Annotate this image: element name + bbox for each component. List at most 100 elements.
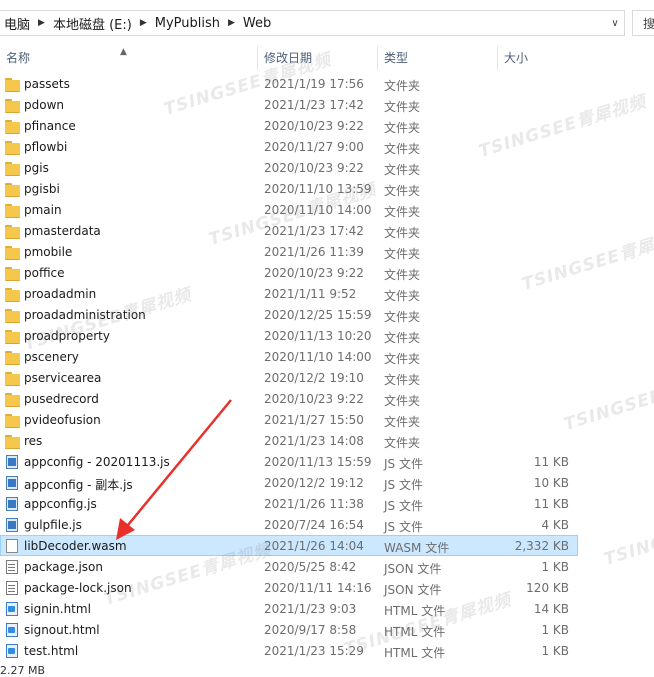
file-type: 文件夹 <box>384 100 421 114</box>
file-row[interactable]: proadadministration 2020/12/25 15:59 文件夹 <box>0 304 578 325</box>
file-name: gulpfile.js <box>24 518 82 532</box>
file-name: pgis <box>24 161 49 175</box>
file-row[interactable]: pusedrecord 2020/10/23 9:22 文件夹 <box>0 388 578 409</box>
file-name: proadadministration <box>24 308 146 322</box>
file-date: 2020/10/23 9:22 <box>264 392 364 406</box>
folder-icon <box>5 350 21 365</box>
file-name: appconfig - 副本.js <box>24 478 133 492</box>
file-date: 2021/1/27 15:50 <box>264 413 364 427</box>
file-size: 4 KB <box>541 518 569 532</box>
file-type: 文件夹 <box>384 394 421 408</box>
folder-icon <box>5 203 21 218</box>
file-date: 2020/11/13 15:59 <box>264 455 372 469</box>
column-header-date[interactable]: 修改日期 <box>258 46 378 70</box>
column-header-type[interactable]: 类型 <box>378 46 498 70</box>
file-date: 2021/1/26 11:39 <box>264 245 364 259</box>
file-row[interactable]: gulpfile.js 2020/7/24 16:54 JS 文件 4 KB <box>0 514 578 535</box>
search-placeholder: 搜 <box>643 17 654 31</box>
column-header-name[interactable]: ▲ 名称 <box>0 46 258 70</box>
file-row[interactable]: pmain 2020/11/10 14:00 文件夹 <box>0 199 578 220</box>
breadcrumb-chevron-icon[interactable]: ▶ <box>136 18 151 28</box>
folder-icon <box>5 413 21 428</box>
file-size: 1 KB <box>541 560 569 574</box>
breadcrumb-chevron-icon[interactable]: ▶ <box>224 18 239 28</box>
file-date: 2021/1/23 14:08 <box>264 434 364 448</box>
breadcrumb-local-disk[interactable]: 本地磁盘 (E:) <box>49 14 136 33</box>
file-row[interactable]: proadproperty 2020/11/13 10:20 文件夹 <box>0 325 578 346</box>
address-bar[interactable]: 电脑 ▶ 本地磁盘 (E:) ▶ MyPublish ▶ Web ∨ <box>0 10 625 36</box>
file-date: 2020/10/23 9:22 <box>264 266 364 280</box>
file-row[interactable]: signout.html 2020/9/17 8:58 HTML 文件 1 KB <box>0 619 578 640</box>
file-name: pfinance <box>24 119 76 133</box>
search-input[interactable]: 搜 <box>632 10 654 36</box>
file-date: 2021/1/11 9:52 <box>264 287 357 301</box>
file-date: 2020/11/10 13:59 <box>264 182 372 196</box>
file-type: WASM 文件 <box>384 541 450 555</box>
js-file-icon <box>5 497 21 511</box>
file-date: 2021/1/19 17:56 <box>264 77 364 91</box>
file-row[interactable]: pfinance 2020/10/23 9:22 文件夹 <box>0 115 578 136</box>
file-row[interactable]: pflowbi 2020/11/27 9:00 文件夹 <box>0 136 578 157</box>
file-name: pusedrecord <box>24 392 99 406</box>
column-header: ▲ 名称 修改日期 类型 大小 <box>0 46 578 70</box>
file-name: pvideofusion <box>24 413 101 427</box>
file-row[interactable]: poffice 2020/10/23 9:22 文件夹 <box>0 262 578 283</box>
file-row[interactable]: pvideofusion 2021/1/27 15:50 文件夹 <box>0 409 578 430</box>
file-date: 2020/11/13 10:20 <box>264 329 372 343</box>
file-name: appconfig.js <box>24 497 97 511</box>
file-name: pflowbi <box>24 140 68 154</box>
html-file-icon <box>5 602 21 616</box>
breadcrumb-web[interactable]: Web <box>239 16 275 31</box>
file-type: 文件夹 <box>384 205 421 219</box>
file-row[interactable]: pgisbi 2020/11/10 13:59 文件夹 <box>0 178 578 199</box>
file-size: 2,332 KB <box>514 539 569 553</box>
status-bar-text: 2.27 MB <box>0 664 46 677</box>
file-name: pgisbi <box>24 182 60 196</box>
file-size: 120 KB <box>526 581 569 595</box>
file-row[interactable]: appconfig.js 2021/1/26 11:38 JS 文件 11 KB <box>0 493 578 514</box>
file-date: 2021/1/23 9:03 <box>264 602 357 616</box>
file-row[interactable]: pservicearea 2020/12/2 19:10 文件夹 <box>0 367 578 388</box>
file-date: 2020/12/25 15:59 <box>264 308 372 322</box>
file-date: 2021/1/23 17:42 <box>264 224 364 238</box>
file-name: pmobile <box>24 245 73 259</box>
file-row[interactable]: signin.html 2021/1/23 9:03 HTML 文件 14 KB <box>0 598 578 619</box>
file-type: 文件夹 <box>384 142 421 156</box>
file-row[interactable]: proadadmin 2021/1/11 9:52 文件夹 <box>0 283 578 304</box>
file-date: 2020/9/17 8:58 <box>264 623 357 637</box>
folder-icon <box>5 119 21 134</box>
breadcrumb-mypublish[interactable]: MyPublish <box>151 16 224 31</box>
file-row[interactable]: pgis 2020/10/23 9:22 文件夹 <box>0 157 578 178</box>
breadcrumb-this-pc[interactable]: 电脑 <box>0 14 34 33</box>
file-date: 2020/12/2 19:12 <box>264 476 364 490</box>
file-row[interactable]: test.html 2021/1/23 15:29 HTML 文件 1 KB <box>0 640 578 661</box>
file-date: 2020/11/27 9:00 <box>264 140 364 154</box>
file-date: 2021/1/23 15:29 <box>264 644 364 658</box>
file-row[interactable]: appconfig - 副本.js 2020/12/2 19:12 JS 文件 10 … <box>0 472 578 493</box>
file-row[interactable]: pdown 2021/1/23 17:42 文件夹 <box>0 94 578 115</box>
folder-icon <box>5 182 21 197</box>
file-row[interactable]: passets 2021/1/19 17:56 文件夹 <box>0 73 578 94</box>
file-row[interactable]: pmobile 2021/1/26 11:39 文件夹 <box>0 241 578 262</box>
file-name: pservicearea <box>24 371 102 385</box>
file-row[interactable]: appconfig - 20201113.js 2020/11/13 15:59 J… <box>0 451 578 472</box>
file-date: 2020/10/23 9:22 <box>264 119 364 133</box>
file-row[interactable]: res 2021/1/23 14:08 文件夹 <box>0 430 578 451</box>
file-row[interactable]: package.json 2020/5/25 8:42 JSON 文件 1 KB <box>0 556 578 577</box>
file-type: 文件夹 <box>384 79 421 93</box>
file-row[interactable]: package-lock.json 2020/11/11 14:16 JSON 文件… <box>0 577 578 598</box>
breadcrumb-chevron-icon[interactable]: ▶ <box>34 18 49 28</box>
file-row[interactable]: libDecoder.wasm 2021/1/26 14:04 WASM 文件 2,3… <box>0 535 578 556</box>
folder-icon <box>5 329 21 344</box>
file-type: JSON 文件 <box>384 562 442 576</box>
file-name: res <box>24 434 43 448</box>
file-row[interactable]: pmasterdata 2021/1/23 17:42 文件夹 <box>0 220 578 241</box>
address-dropdown-icon[interactable]: ∨ <box>606 11 624 35</box>
file-type: 文件夹 <box>384 373 421 387</box>
folder-icon <box>5 287 21 302</box>
file-date: 2020/7/24 16:54 <box>264 518 364 532</box>
file-name: proadproperty <box>24 329 110 343</box>
column-header-size[interactable]: 大小 <box>498 46 578 70</box>
folder-icon <box>5 245 21 260</box>
file-row[interactable]: pscenery 2020/11/10 14:00 文件夹 <box>0 346 578 367</box>
